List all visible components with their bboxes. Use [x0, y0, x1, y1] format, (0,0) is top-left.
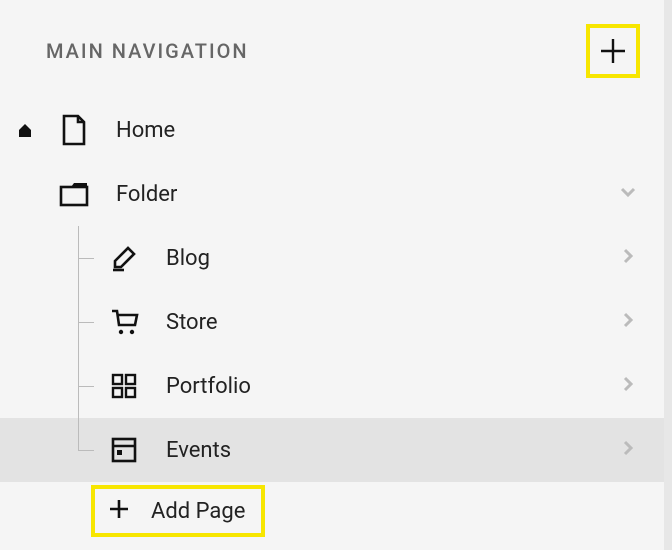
plus-icon	[107, 497, 131, 525]
navigation-title: MAIN NAVIGATION	[46, 39, 249, 63]
plus-icon	[598, 36, 628, 66]
home-indicator-icon	[16, 122, 34, 138]
tree-line	[78, 290, 98, 354]
nav-item-blog[interactable]: Blog	[0, 226, 664, 290]
add-page-label: Add Page	[151, 499, 245, 524]
nav-item-portfolio[interactable]: Portfolio	[0, 354, 664, 418]
chevron-right-icon[interactable]	[618, 438, 638, 462]
chevron-right-icon[interactable]	[618, 310, 638, 334]
nav-item-label: Store	[166, 310, 218, 335]
chevron-right-icon[interactable]	[618, 246, 638, 270]
panel-right-edge	[664, 0, 672, 550]
chevron-down-icon[interactable]	[618, 182, 638, 206]
nav-item-events[interactable]: Events	[0, 418, 664, 482]
calendar-icon	[108, 437, 140, 463]
add-page-row: Add Page	[0, 482, 664, 540]
nav-item-label: Home	[116, 118, 175, 143]
tree-line	[78, 418, 98, 482]
navigation-panel: MAIN NAVIGATION Home Folder	[0, 0, 664, 550]
folder-icon	[58, 181, 90, 207]
nav-item-label: Blog	[166, 246, 210, 271]
nav-item-home[interactable]: Home	[0, 98, 664, 162]
add-page-button[interactable]: Add Page	[91, 485, 265, 537]
chevron-right-icon[interactable]	[618, 374, 638, 398]
nav-item-store[interactable]: Store	[0, 290, 664, 354]
navigation-list: Home Folder Blog	[0, 88, 664, 540]
nav-item-label: Events	[166, 438, 231, 463]
nav-item-label: Portfolio	[166, 374, 251, 399]
navigation-header: MAIN NAVIGATION	[0, 0, 664, 88]
cart-icon	[108, 307, 140, 337]
nav-item-label: Folder	[116, 182, 177, 207]
add-navigation-button[interactable]	[586, 24, 640, 78]
tree-line	[78, 226, 98, 290]
pen-icon	[108, 244, 140, 272]
nav-item-folder[interactable]: Folder	[0, 162, 664, 226]
page-icon	[58, 114, 90, 146]
tree-line	[78, 354, 98, 418]
grid-icon	[108, 373, 140, 399]
